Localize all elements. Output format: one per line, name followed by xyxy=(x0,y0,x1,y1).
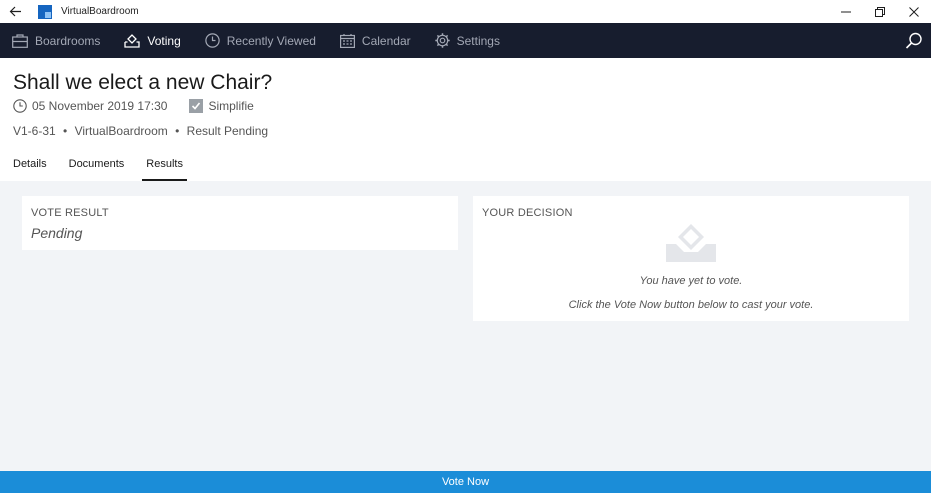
decision-message-status: You have yet to vote. xyxy=(639,275,743,287)
tab-bar: Details Documents Results xyxy=(13,158,209,181)
calendar-icon xyxy=(339,33,355,48)
restore-button[interactable] xyxy=(863,0,897,23)
ballot-box-icon xyxy=(666,224,716,262)
search-button[interactable] xyxy=(905,32,923,50)
back-arrow-icon xyxy=(9,6,21,17)
checkbox-icon xyxy=(189,99,204,113)
close-button[interactable] xyxy=(897,0,931,23)
nav-item-voting[interactable]: Voting xyxy=(112,23,192,58)
title-bar: VirtualBoardroom xyxy=(0,0,931,23)
tab-results[interactable]: Results xyxy=(142,158,187,181)
search-icon xyxy=(905,32,922,49)
clock-icon xyxy=(13,99,27,113)
vote-header: Shall we elect a new Chair? 05 November … xyxy=(0,58,931,181)
vote-result-heading: VOTE RESULT xyxy=(31,207,109,219)
nav-item-calendar[interactable]: Calendar xyxy=(328,23,423,58)
separator: • xyxy=(175,124,180,138)
restore-icon xyxy=(875,6,885,17)
gear-icon xyxy=(434,33,450,48)
nav-item-label: Boardrooms xyxy=(35,33,101,48)
nav-item-label: Voting xyxy=(147,33,181,48)
vote-owner: Simplifie xyxy=(208,99,254,113)
meta-row: 05 November 2019 17:30 Simplifie xyxy=(13,99,254,113)
nav-item-boardrooms[interactable]: Boardrooms xyxy=(0,23,112,58)
vote-subtitle: V1-6-31 • VirtualBoardroom • Result Pend… xyxy=(13,124,268,138)
your-decision-heading: YOUR DECISION xyxy=(482,207,573,219)
close-icon xyxy=(909,6,919,17)
vote-boardroom: VirtualBoardroom xyxy=(74,124,168,138)
vote-reference: V1-6-31 xyxy=(13,124,56,138)
tab-documents[interactable]: Documents xyxy=(69,158,125,181)
nav-item-settings[interactable]: Settings xyxy=(423,23,512,58)
clock-icon xyxy=(205,33,220,48)
page-title: Shall we elect a new Chair? xyxy=(13,71,273,94)
vote-result-value: Pending xyxy=(31,225,83,241)
nav-item-label: Settings xyxy=(456,33,500,48)
briefcase-icon xyxy=(12,33,28,48)
minimize-button[interactable] xyxy=(829,0,863,23)
decision-message-instruction: Click the Vote Now button below to cast … xyxy=(568,299,814,311)
your-decision-card: YOUR DECISION You have yet to vote. Clic… xyxy=(473,196,909,321)
separator: • xyxy=(63,124,68,138)
nav-item-label: Calendar xyxy=(361,33,411,48)
vote-now-button[interactable]: Vote Now xyxy=(0,471,931,493)
nav-item-label: Recently Viewed xyxy=(226,33,316,48)
vote-result-card: VOTE RESULT Pending xyxy=(22,196,458,250)
window-title: VirtualBoardroom xyxy=(61,6,139,17)
vote-status: Result Pending xyxy=(186,124,269,138)
nav-item-recently-viewed[interactable]: Recently Viewed xyxy=(193,23,328,58)
back-button[interactable] xyxy=(0,0,30,23)
app-logo-icon xyxy=(38,4,52,19)
ballot-icon xyxy=(124,33,141,48)
nav-bar: Boardrooms Voting Recently Viewed Calend… xyxy=(0,23,931,58)
minimize-icon xyxy=(841,11,851,12)
vote-date: 05 November 2019 17:30 xyxy=(32,99,168,113)
tab-details[interactable]: Details xyxy=(13,158,47,181)
